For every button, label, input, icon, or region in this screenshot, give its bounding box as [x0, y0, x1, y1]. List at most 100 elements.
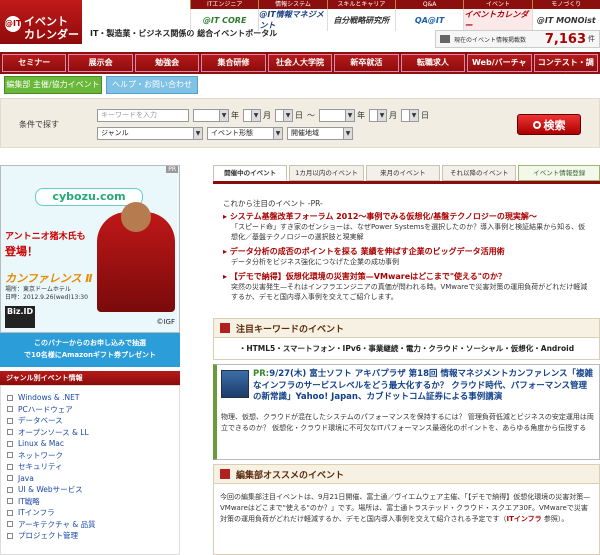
checkbox-icon [7, 475, 13, 482]
end-year-select[interactable]: ▼ [319, 109, 355, 122]
tab-later[interactable]: それ以降のイベント [442, 165, 517, 181]
checkbox-icon [7, 486, 13, 493]
nav-web[interactable]: Web/バーチャル [467, 54, 532, 83]
chevron-down-icon: ▼ [409, 110, 418, 121]
start-year-select[interactable]: ▼ [193, 109, 229, 122]
editorial-events-button[interactable]: 編集部 主催/協力イベント [4, 76, 102, 94]
pr-tag: PR [166, 166, 178, 173]
end-day-select[interactable]: ▼ [401, 109, 419, 122]
banner-person-image [97, 202, 175, 312]
site-link-active[interactable]: イベントカレンダー [463, 9, 532, 31]
site-link[interactable]: @IT情報マネジメント [258, 9, 326, 31]
banner-info: 場所：東京ドームホテル 日時：2012.9.26(wed)13:30 [5, 286, 88, 301]
nav-jobs[interactable]: 転職求人 [400, 54, 466, 72]
event-thumbnail[interactable] [221, 370, 249, 398]
genre-list: Windows & .NET PCハードウェア データベース オープンソース &… [0, 385, 180, 555]
checkbox-icon [7, 463, 13, 470]
genre-item[interactable]: PCハードウェア [1, 404, 179, 416]
form-select[interactable]: イベント形態 ▼ [207, 127, 283, 140]
top-nav-item[interactable]: スキルとキャリア [326, 0, 395, 9]
genre-item[interactable]: Java [1, 473, 179, 485]
section-icon [220, 469, 230, 479]
event-link[interactable]: データ分析の成否のポイントを探る 業績を伸ばす企業のビッグデータ活用術 [223, 246, 590, 257]
featured-event-link[interactable]: PR:9/27(木) 富士ソフト アキバプラザ 第18回 情報マネジメントカンフ… [253, 369, 595, 404]
featured-event: PR:9/27(木) 富士ソフト アキバプラザ 第18回 情報マネジメントカンフ… [213, 364, 600, 460]
keyword-input[interactable]: キーワードを入力 [97, 109, 189, 122]
logo-mark: @IT [5, 16, 21, 32]
genre-item[interactable]: ネットワーク [1, 450, 179, 462]
genre-item[interactable]: セキュリティ [1, 461, 179, 473]
site-link[interactable]: @IT CORE [190, 9, 258, 31]
banner-brand: cybozu.com [35, 188, 143, 206]
month-label: 月 [263, 111, 271, 120]
tab-ongoing[interactable]: 開催中のイベント [213, 165, 288, 181]
top-nav-item[interactable]: ITエンジニア [190, 0, 258, 9]
genre-header: ジャンル別イベント情報 [0, 371, 180, 385]
help-contact-button[interactable]: ヘルプ・お問い合わせ [106, 76, 198, 94]
genre-item[interactable]: UI & Webサービス [1, 484, 179, 496]
genre-item[interactable]: Windows & .NET [1, 392, 179, 404]
search-panel: 条件で探す キーワードを入力 ▼ 年 ▼ 月 ▼ 日 〜 ▼ 年 ▼ 月 ▼ 日… [0, 98, 600, 148]
nav-exhibition[interactable]: 展示会 [68, 54, 133, 72]
event-desc: データ分析をビジネス強化につなげた企業の成功事例 [231, 258, 399, 266]
section-icon [220, 323, 230, 333]
nav-seminar[interactable]: セミナー [2, 54, 67, 72]
top-nav-item[interactable]: Q&A [394, 0, 463, 9]
promo-banner[interactable]: このバナーからのお申し込みで抽選 で10名様にAmazonギフト券プレゼント [0, 333, 180, 367]
top-nav-item[interactable]: モノづくり [531, 0, 600, 9]
tab-within-month[interactable]: 1カ月以内のイベント [289, 165, 364, 181]
checkbox-icon [7, 509, 13, 516]
genre-item[interactable]: ITインフラ [1, 507, 179, 519]
counter-unit: 件 [588, 35, 595, 43]
genre-select[interactable]: ジャンル ▼ [97, 127, 203, 140]
genre-item[interactable]: IT戦略 [1, 496, 179, 508]
list-item: 【デモで納得】仮想化環境の災害対策—VMwareはどこまで"使える"のか？ 突然… [223, 271, 590, 302]
keywords-links[interactable]: ・HTML5・スマートフォン・IPv6・事業継続・電力・クラウド・ソーシャル・仮… [213, 338, 600, 360]
search-label: 条件で探す [19, 120, 59, 129]
nav-graduate[interactable]: 社会人大学院 [267, 54, 333, 72]
bizid-logo: Biz.ID [5, 306, 35, 328]
genre-item[interactable]: Linux & Mac [1, 438, 179, 450]
day-label: 日 [295, 111, 303, 120]
banner-line2: 登場！ [5, 245, 38, 258]
event-link[interactable]: システム基盤改革フォーラム 2012〜事例でみる仮想化/基盤テクノロジーの現実解… [223, 211, 590, 222]
genre-item[interactable]: アーキテクチャ & 品質 [1, 519, 179, 531]
counter-value: 7,163 [544, 31, 586, 47]
end-month-select[interactable]: ▼ [369, 109, 387, 122]
main-nav: セミナー 展示会 勉強会 集合研修 社会人大学院 新卒就活 転職求人 Web/バ… [0, 52, 600, 83]
event-desc: 「スピード命」すき家のゼンショーは、なぜPower Systemsを選択したのか… [231, 223, 586, 241]
nav-training[interactable]: 集合研修 [201, 54, 266, 72]
start-month-select[interactable]: ▼ [243, 109, 261, 122]
month-label: 月 [389, 111, 397, 120]
genre-item[interactable]: プロジェクト管理 [1, 530, 179, 542]
genre-item[interactable]: オープンソース & LL [1, 427, 179, 439]
site-header: @IT イベント カレンダー IT・製造業・ビジネス関係の 総合イベントポータル… [0, 0, 600, 52]
nav-contest[interactable]: コンテスト・調査 [533, 54, 598, 83]
checkbox-icon [7, 532, 13, 539]
search-icon [532, 120, 541, 129]
start-day-select[interactable]: ▼ [275, 109, 293, 122]
event-tabs: 開催中のイベント 1カ月以内のイベント 来月のイベント それ以降のイベント イベ… [213, 165, 600, 181]
register-event-button[interactable]: イベント情報登録 [518, 165, 600, 181]
site-link[interactable]: @IT MONOist [531, 9, 600, 31]
tab-next-month[interactable]: 来月のイベント [365, 165, 441, 181]
checkbox-icon [7, 406, 13, 413]
region-select[interactable]: 開催地域 ▼ [287, 127, 353, 140]
nav-study[interactable]: 勉強会 [134, 54, 200, 72]
genre-item[interactable]: データベース [1, 415, 179, 427]
site-logo[interactable]: @IT イベント カレンダー [0, 0, 82, 44]
search-button[interactable]: 検索 [517, 114, 581, 135]
keyword-link[interactable]: ITインフラ [507, 515, 542, 523]
logo-line2: カレンダー [24, 28, 79, 41]
site-link[interactable]: 自分戦略研究所 [326, 9, 395, 31]
keywords-header: 注目キーワードのイベント [213, 318, 600, 338]
site-link[interactable]: QA@IT [394, 9, 463, 31]
ad-banner[interactable]: PR cybozu.com アントニオ猪木氏も 登場！ カンファレンス Ⅱ 場所… [0, 165, 180, 333]
nav-newgrad[interactable]: 新卒就活 [334, 54, 399, 72]
counter-icon [440, 35, 450, 43]
chevron-down-icon: ▼ [345, 110, 354, 121]
event-link[interactable]: 【デモで納得】仮想化環境の災害対策—VMwareはどこまで"使える"のか？ [223, 271, 590, 282]
site-links: @IT CORE @IT情報マネジメント 自分戦略研究所 QA@IT イベントカ… [190, 9, 600, 31]
top-nav-item[interactable]: 情報システム [258, 0, 326, 9]
top-nav-item[interactable]: イベント [463, 0, 531, 9]
